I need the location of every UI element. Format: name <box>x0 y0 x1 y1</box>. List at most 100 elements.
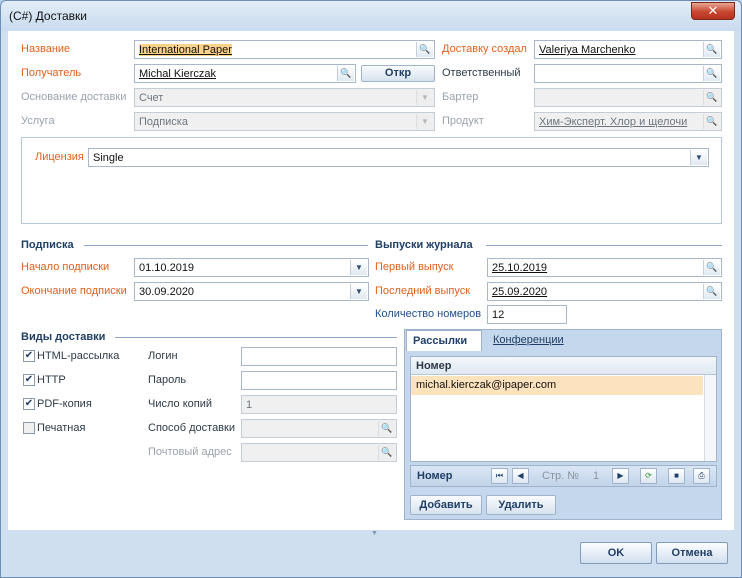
login-field[interactable] <box>241 347 397 366</box>
open-button[interactable]: Откр <box>361 65 435 82</box>
password-field[interactable] <box>241 371 397 390</box>
license-panel: Лицензия Single ▼ <box>21 137 722 224</box>
delivery-types-title: Виды доставки <box>21 331 106 343</box>
cancel-button[interactable]: Отмена <box>656 542 728 564</box>
subscription-divider <box>84 245 368 246</box>
next-page-icon[interactable]: ▶ <box>612 468 629 484</box>
start-date-value: 01.10.2019 <box>139 262 195 274</box>
license-select[interactable]: Single ▼ <box>88 148 709 167</box>
search-icon[interactable]: 🔍 <box>703 114 720 129</box>
search-icon[interactable]: 🔍 <box>703 66 720 81</box>
start-date-field[interactable]: 01.10.2019 ▼ <box>134 258 369 277</box>
search-icon[interactable]: 🔍 <box>703 260 720 275</box>
pdf-copy-label: PDF-копия <box>37 398 92 410</box>
method-label: Способ доставки <box>148 422 235 434</box>
product-label: Продукт <box>442 115 484 127</box>
postal-label: Почтовый адрес <box>148 446 232 458</box>
last-issue-field[interactable]: 25.09.2020 🔍 <box>487 282 722 301</box>
tab-mailings[interactable]: Рассылки <box>406 330 482 351</box>
created-by-label: Доставку создал <box>442 43 527 55</box>
chevron-down-icon[interactable]: ▼ <box>350 284 367 299</box>
tab-conferences[interactable]: Конференции <box>487 330 570 351</box>
recipient-value: Michal Kierczak <box>139 68 217 80</box>
barter-field[interactable]: 🔍 <box>534 88 722 107</box>
close-button[interactable]: ✕ <box>691 2 735 20</box>
http-label: HTTP <box>37 374 66 386</box>
basis-value: Счет <box>139 92 164 104</box>
dialog-body: Название International Paper 🔍 Получател… <box>8 31 734 530</box>
chevron-down-icon[interactable]: ▼ <box>350 260 367 275</box>
pdf-copy-checkbox[interactable]: ✔ <box>23 398 35 410</box>
recipient-field[interactable]: Michal Kierczak 🔍 <box>134 64 356 83</box>
product-value: Хим-Эксперт. Хлор и щелочи <box>539 116 688 128</box>
search-icon[interactable]: 🔍 <box>378 421 395 436</box>
copies-label: Число копий <box>148 398 212 410</box>
prev-page-icon[interactable]: ◀ <box>512 468 529 484</box>
chevron-down-icon[interactable]: ▼ <box>416 114 433 129</box>
method-field[interactable]: 🔍 <box>241 419 397 438</box>
add-button[interactable]: Добавить <box>410 495 482 515</box>
table-row[interactable]: michal.kierczak@ipaper.com <box>411 376 703 395</box>
first-issue-field[interactable]: 25.10.2019 🔍 <box>487 258 722 277</box>
chevron-down-icon[interactable]: ▼ <box>416 90 433 105</box>
print-icon[interactable]: ⎙ <box>693 468 710 484</box>
barter-label: Бартер <box>442 91 479 103</box>
basis-label: Основание доставки <box>21 91 127 103</box>
mailings-grid: Номер michal.kierczak@ipaper.com <box>410 356 717 462</box>
count-field[interactable]: 12 <box>487 305 567 324</box>
ok-button[interactable]: OK <box>580 542 652 564</box>
end-label: Окончание подписки <box>21 285 127 297</box>
search-icon[interactable]: 🔍 <box>337 66 354 81</box>
dialog-footer: ▼ OK Отмена <box>8 530 734 572</box>
page-label: Стр. № <box>542 470 580 482</box>
search-icon[interactable]: 🔍 <box>703 90 720 105</box>
html-mailing-label: HTML-рассылка <box>37 350 120 362</box>
grid-scrollbar[interactable] <box>704 375 716 461</box>
title-bar: (C#) Доставки ✕ <box>1 1 741 31</box>
issues-title: Выпуски журнала <box>375 239 473 251</box>
row-email: michal.kierczak@ipaper.com <box>416 379 557 391</box>
postal-field[interactable]: 🔍 <box>241 443 397 462</box>
search-icon[interactable]: 🔍 <box>703 284 720 299</box>
first-page-icon[interactable]: ⏮ <box>491 468 508 484</box>
html-mailing-checkbox[interactable]: ✔ <box>23 350 35 362</box>
service-value: Подписка <box>139 116 188 128</box>
created-by-field[interactable]: Valeriya Marchenko 🔍 <box>534 40 722 59</box>
printed-label: Печатная <box>37 422 86 434</box>
created-by-value: Valeriya Marchenko <box>539 44 636 56</box>
search-icon[interactable]: 🔍 <box>703 42 720 57</box>
name-field[interactable]: International Paper 🔍 <box>134 40 435 59</box>
last-issue-label: Последний выпуск <box>375 285 471 297</box>
grid-header-number[interactable]: Номер <box>416 360 452 372</box>
first-issue-value: 25.10.2019 <box>492 262 548 274</box>
password-label: Пароль <box>148 374 187 386</box>
delete-button[interactable]: Удалить <box>486 495 556 515</box>
product-field[interactable]: Хим-Эксперт. Хлор и щелочи 🔍 <box>534 112 722 131</box>
service-select[interactable]: Подписка ▼ <box>134 112 435 131</box>
issues-divider <box>486 245 722 246</box>
chevron-down-icon[interactable]: ▼ <box>690 150 707 165</box>
refresh-icon[interactable]: ⟳ <box>640 468 657 484</box>
copies-value: 1 <box>246 399 253 411</box>
save-icon[interactable]: ■ <box>668 468 685 484</box>
pager-label: Номер <box>417 470 453 482</box>
name-label: Название <box>21 43 71 55</box>
end-date-field[interactable]: 30.09.2020 ▼ <box>134 282 369 301</box>
grid-pager: Номер ⏮ ◀ Стр. № 1 ▶ ⟳ ■ ⎙ <box>410 465 717 487</box>
window-title: (C#) Доставки <box>9 9 87 23</box>
splitter-handle-icon[interactable]: ▼ <box>371 530 378 537</box>
basis-select[interactable]: Счет ▼ <box>134 88 435 107</box>
responsible-field[interactable]: 🔍 <box>534 64 722 83</box>
printed-checkbox[interactable] <box>23 422 35 434</box>
search-icon[interactable]: 🔍 <box>378 445 395 460</box>
end-date-value: 30.09.2020 <box>139 286 195 298</box>
http-checkbox[interactable]: ✔ <box>23 374 35 386</box>
name-value: International Paper <box>139 44 232 56</box>
search-icon[interactable]: 🔍 <box>416 42 433 57</box>
page-number: 1 <box>593 470 600 482</box>
copies-field[interactable]: 1 <box>241 395 397 414</box>
subscription-title: Подписка <box>21 239 74 251</box>
recipient-label: Получатель <box>21 67 82 79</box>
count-value: 12 <box>492 309 505 321</box>
last-issue-value: 25.09.2020 <box>492 286 548 298</box>
